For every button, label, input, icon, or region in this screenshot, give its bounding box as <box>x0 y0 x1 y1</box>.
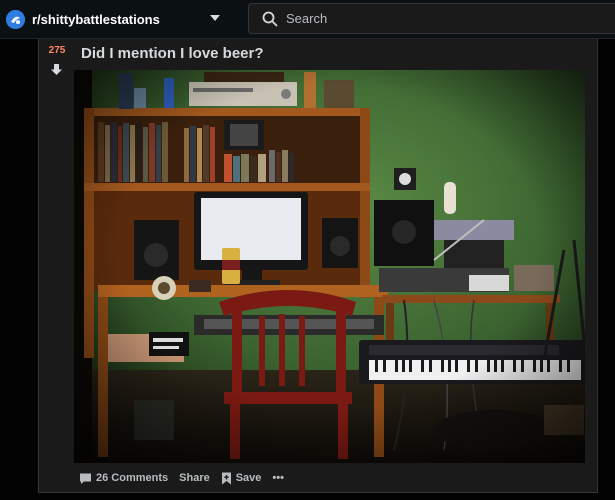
save-label: Save <box>235 472 262 484</box>
share-button[interactable]: Share <box>179 472 210 484</box>
search-bar[interactable] <box>248 3 615 34</box>
search-icon <box>262 11 278 26</box>
subreddit-name: r/shittybattlestations <box>32 11 160 27</box>
comments-button[interactable]: 26 Comments <box>79 472 168 485</box>
subreddit-avatar-icon <box>6 9 25 29</box>
more-options-button[interactable]: ••• <box>272 472 284 484</box>
comment-icon <box>80 473 91 484</box>
downvote-arrow-icon[interactable] <box>50 63 63 76</box>
post-actions: 26 Comments Share Save ••• <box>79 469 295 487</box>
more-label: ••• <box>272 472 284 484</box>
post-score: 275 <box>48 45 66 56</box>
share-label: Share <box>179 472 210 484</box>
search-input[interactable] <box>284 10 588 27</box>
post-title[interactable]: Did I mention I love beer? <box>81 45 264 62</box>
top-bar: r/shittybattlestations <box>0 0 615 39</box>
chevron-down-icon[interactable] <box>210 15 220 21</box>
comments-label: 26 Comments <box>96 472 169 484</box>
bookmark-icon <box>221 472 231 484</box>
save-button[interactable]: Save <box>221 472 262 485</box>
subreddit-switcher[interactable]: r/shittybattlestations <box>6 7 160 31</box>
post-image[interactable] <box>74 70 585 463</box>
post-card[interactable]: 275 Did I mention I love beer? 26 Commen… <box>38 39 598 493</box>
